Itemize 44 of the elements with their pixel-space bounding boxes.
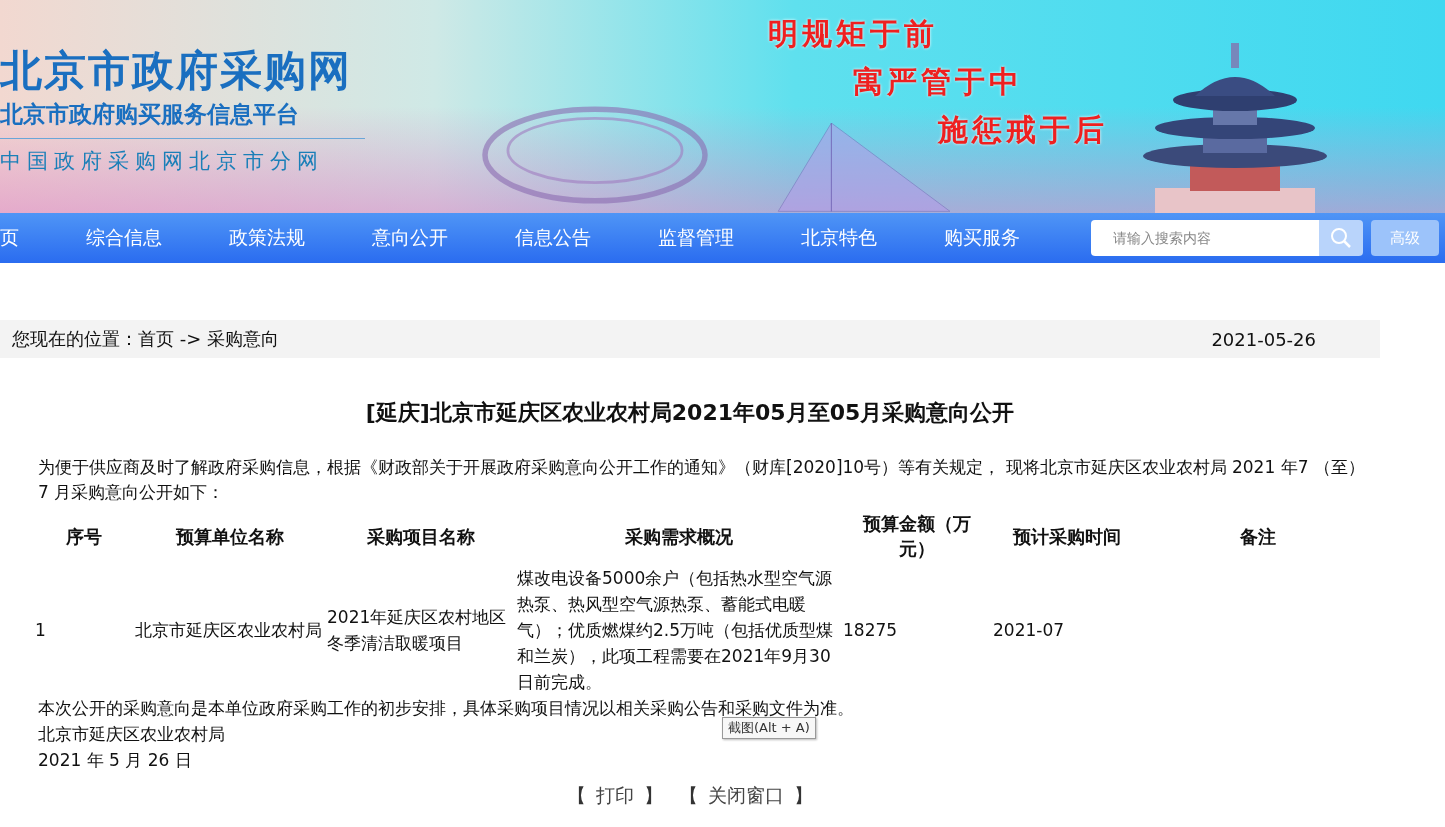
nav-link[interactable]: 意向公开 <box>372 225 448 251</box>
slogan-text: 寓严管于中 <box>853 63 1024 101</box>
table-cell: 北京市延庆区农业农村局 <box>135 620 322 640</box>
nav-link[interactable]: 北京特色 <box>801 225 877 251</box>
tooltip: 截图(Alt + A) <box>722 717 816 739</box>
note-text: 本次公开的采购意向是本单位政府采购工作的初步安排，具体采购项目情况以相关采购公告和采购文件为准。 <box>38 697 854 720</box>
signature-text: 北京市延庆区农业农村局 <box>38 723 225 746</box>
column-header: 采购项目名称 <box>366 524 476 549</box>
table-cell: 煤改电设备5000余户（包括热水型空气源热泵、热风型空气源热泵、蓄能式电暖气）；优质燃煤约2.5万吨（包括优质型煤和兰炭），此项工程需要在2021年9月30日前完成。 <box>517 568 834 692</box>
table-cell: 1 <box>35 620 46 640</box>
bracket-mark: 【 <box>679 783 698 808</box>
close-window-link[interactable]: 关闭窗口 <box>708 783 784 809</box>
slogan-text: 施惩戒于后 <box>938 111 1108 149</box>
slogan-text: 明规矩于前 <box>768 15 939 53</box>
table-cell: 2021年延庆区农村地区冬季清洁取暖项目 <box>327 607 507 653</box>
bracket-mark: 【 <box>567 783 586 808</box>
publish-date: 2021-05-26 <box>1211 328 1316 350</box>
nav-link[interactable]: 综合信息 <box>86 225 162 251</box>
nav-link[interactable]: 监督管理 <box>658 225 734 251</box>
site-subtitle: 北京市政府购买服务信息平台 <box>0 100 300 129</box>
nav-link[interactable]: 页 <box>0 225 19 251</box>
bracket-mark: 】 <box>644 783 663 808</box>
column-header: 预计采购时间 <box>1011 524 1122 549</box>
intro-paragraph: 为便于供应商及时了解政府采购信息，根据《财政部关于开展政府采购意向公开工作的通知》（财库[2020]10号）等有关规定， 现将北京市延庆区农业农村局 2021 年7 （至）7 月采购意向公开如下： <box>38 456 1366 504</box>
nav-link[interactable]: 政策法规 <box>229 225 305 251</box>
location-label: 您现在的位置： <box>12 327 138 351</box>
table-cell: 2021-07 <box>993 620 1065 640</box>
column-header: 预算单位名称 <box>174 524 285 549</box>
column-header: 备注 <box>1239 524 1277 549</box>
column-header: 采购需求概况 <box>624 524 734 549</box>
column-header: 预算金额（万元） <box>861 512 972 561</box>
nav-link[interactable]: 信息公告 <box>515 225 591 251</box>
bracket-mark: 】 <box>794 783 813 808</box>
print-link[interactable]: 打印 <box>596 783 634 809</box>
table-cell: 18275 <box>843 620 898 640</box>
site-tagline: 中国政府采购网北京市分网 <box>0 148 325 175</box>
search-icon <box>1330 227 1352 249</box>
search-button[interactable] <box>1319 220 1363 256</box>
breadcrumb-path: 首页 -> 采购意向 <box>138 327 280 351</box>
nav-link[interactable]: 购买服务 <box>944 225 1020 251</box>
article-title: [延庆]北京市延庆区农业农村局2021年05月至05月采购意向公开 <box>364 399 1016 427</box>
search-field[interactable]: 请输入搜索内容 <box>1091 220 1319 256</box>
column-header: 序号 <box>65 524 103 549</box>
signature-date: 2021 年 5 月 26 日 <box>38 749 192 772</box>
